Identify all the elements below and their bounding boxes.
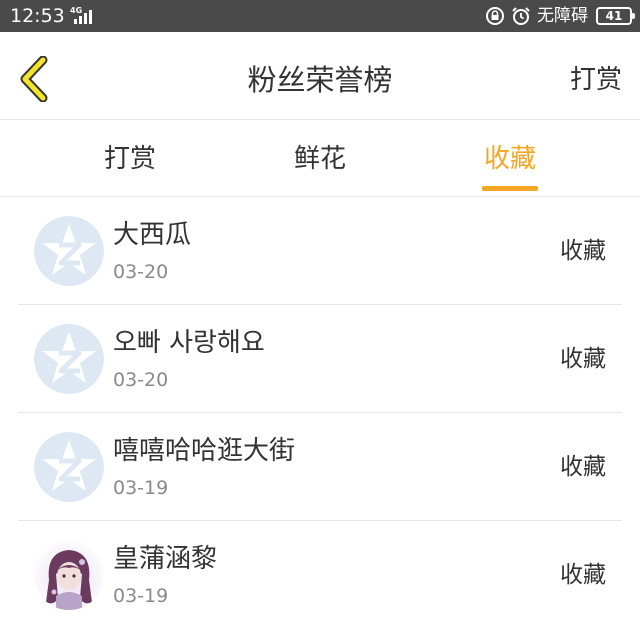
fan-name: 皇蒲涵黎 bbox=[113, 544, 218, 574]
list-item[interactable]: 嘻嘻哈哈逛大街 03-19 收藏 bbox=[18, 413, 622, 521]
status-bar: 12:53 4G 无障碍 41 bbox=[0, 0, 640, 32]
list-item[interactable]: 오빠 사랑해요 03-20 收藏 bbox=[18, 305, 622, 413]
battery-icon: 41 bbox=[596, 7, 635, 25]
default-qq-avatar-icon bbox=[34, 324, 104, 394]
tab-label: 鲜花 bbox=[293, 144, 346, 174]
tip-button[interactable]: 打赏 bbox=[570, 62, 622, 98]
tab-label: 收藏 bbox=[483, 144, 536, 174]
lock-rotation-icon bbox=[486, 7, 504, 25]
fan-date: 03-19 bbox=[113, 585, 169, 607]
network-type: 4G bbox=[70, 6, 83, 15]
tab-indicator bbox=[482, 186, 538, 191]
fan-action: 收藏 bbox=[560, 238, 606, 264]
signal-icon: 4G bbox=[64, 6, 96, 26]
default-qq-avatar-icon bbox=[34, 432, 104, 502]
fan-date: 03-20 bbox=[113, 261, 169, 283]
accessibility-label: 无障碍 bbox=[537, 6, 588, 26]
tab-favorites[interactable]: 收藏 bbox=[435, 121, 585, 197]
tab-bar: 打赏 鲜花 收藏 bbox=[0, 121, 640, 197]
default-qq-avatar-icon bbox=[34, 216, 104, 286]
fan-name: 嘻嘻哈哈逛大街 bbox=[113, 436, 296, 466]
tab-tip[interactable]: 打赏 bbox=[55, 121, 205, 197]
fan-name: 大西瓜 bbox=[113, 220, 192, 250]
status-time: 12:53 bbox=[10, 5, 65, 27]
tab-flowers[interactable]: 鲜花 bbox=[245, 121, 395, 197]
fan-action: 收藏 bbox=[560, 562, 606, 588]
user-photo-avatar bbox=[34, 540, 104, 610]
page-title: 粉丝荣誉榜 bbox=[247, 63, 393, 97]
fan-date: 03-19 bbox=[113, 477, 169, 499]
list-item[interactable]: 大西瓜 03-20 收藏 bbox=[18, 197, 622, 305]
alarm-clock-icon bbox=[512, 7, 530, 25]
tab-label: 打赏 bbox=[103, 144, 156, 174]
fan-action: 收藏 bbox=[560, 454, 606, 480]
fan-name: 오빠 사랑해요 bbox=[113, 328, 265, 358]
list-item[interactable]: 皇蒲涵黎 03-19 收藏 bbox=[18, 521, 622, 628]
fan-list: 大西瓜 03-20 收藏 오빠 사랑해요 03-20 收藏 嘻嘻哈哈逛大街 03… bbox=[0, 197, 640, 628]
battery-level: 41 bbox=[605, 9, 623, 23]
fan-action: 收藏 bbox=[560, 346, 606, 372]
navigation-header: 粉丝荣誉榜 打赏 bbox=[0, 32, 640, 120]
fan-date: 03-20 bbox=[113, 369, 169, 391]
